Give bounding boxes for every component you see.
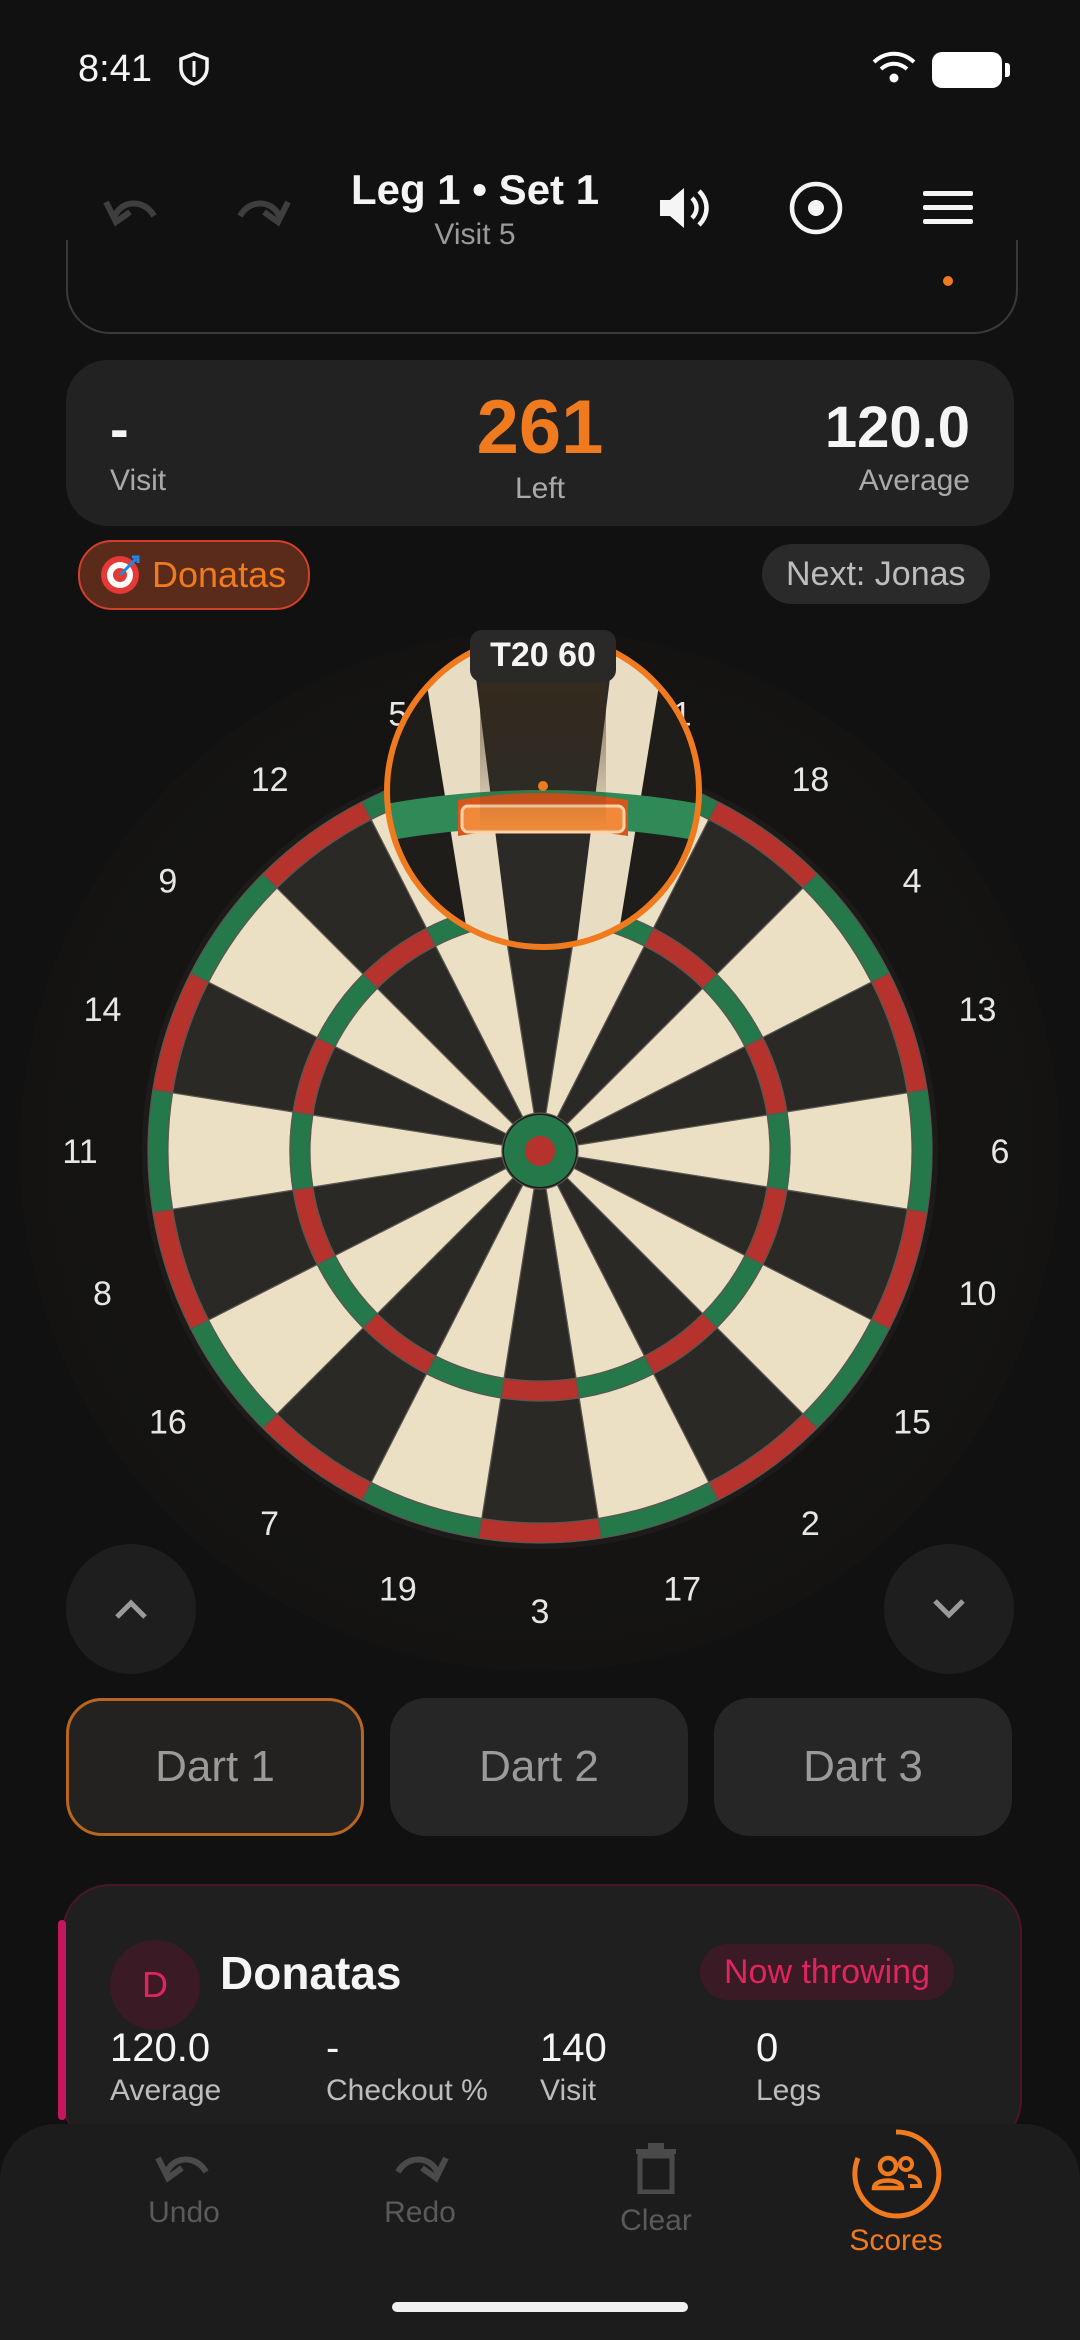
- nav-clear[interactable]: Clear: [556, 2142, 756, 2238]
- board-number: 13: [959, 991, 997, 1029]
- nav-undo-label: Undo: [148, 2196, 220, 2229]
- nav-scores[interactable]: Scores: [796, 2128, 996, 2258]
- nav-scores-label: Scores: [849, 2224, 943, 2257]
- undo-icon: [155, 2156, 209, 2183]
- board-number: 6: [991, 1133, 1010, 1171]
- player-accent-bar: [58, 1920, 66, 2120]
- nav-undo[interactable]: Undo: [84, 2142, 284, 2230]
- nav-redo-label: Redo: [384, 2196, 456, 2229]
- board-segment[interactable]: [481, 1397, 599, 1524]
- stat-visit-value: 140: [540, 2026, 607, 2070]
- board-number: 4: [903, 863, 922, 901]
- status-badge: Now throwing: [700, 1944, 954, 2000]
- current-player-chip[interactable]: Donatas: [78, 540, 311, 610]
- board-number: 14: [84, 991, 122, 1029]
- nav-clear-label: Clear: [620, 2204, 692, 2237]
- chevron-down-icon: [933, 1599, 965, 1619]
- bullseye[interactable]: [525, 1136, 555, 1166]
- board-number: 2: [801, 1505, 820, 1543]
- board-segment[interactable]: [167, 1092, 294, 1210]
- home-indicator: [392, 2302, 688, 2312]
- status-time: 8:41: [78, 48, 152, 90]
- dart-1-button[interactable]: Dart 1: [66, 1698, 364, 1836]
- next-player-chip: Next: Jonas: [762, 544, 990, 604]
- nav-redo[interactable]: Redo: [320, 2142, 520, 2230]
- left-label: Left: [514, 472, 566, 505]
- magnifier-label: T20 60: [490, 636, 596, 674]
- collapsed-card: [66, 240, 1018, 334]
- board-number: 18: [791, 761, 829, 799]
- target-icon: [101, 555, 140, 594]
- indicator-dot: [943, 276, 953, 286]
- stat-average-value: 120.0: [110, 2026, 211, 2070]
- menu-button[interactable]: [918, 178, 978, 238]
- stat-average-label: Average: [110, 2074, 222, 2107]
- players-icon: [852, 2129, 942, 2219]
- board-number: 16: [149, 1403, 187, 1441]
- dart-2-button[interactable]: Dart 2: [390, 1698, 688, 1836]
- board-number: 10: [959, 1275, 997, 1313]
- stat-checkout-value: -: [326, 2026, 340, 2070]
- average-value: 120.0: [824, 395, 970, 460]
- board-number: 8: [93, 1275, 112, 1313]
- scroll-up-button[interactable]: [66, 1544, 196, 1674]
- visit-label: Visit: [110, 464, 167, 497]
- stat-visit-label: Visit: [540, 2074, 597, 2107]
- stat-legs-label: Legs: [756, 2074, 822, 2107]
- scroll-down-button[interactable]: [884, 1544, 1014, 1674]
- board-number: 3: [531, 1593, 550, 1631]
- stat-legs-value: 0: [756, 2026, 779, 2070]
- board-number: 7: [260, 1505, 279, 1543]
- left-value: 261: [476, 385, 604, 470]
- board-number: 11: [62, 1133, 97, 1171]
- dart-3-button[interactable]: Dart 3: [714, 1698, 1012, 1836]
- player-name: Donatas: [220, 1947, 402, 1999]
- battery-icon: [932, 52, 1010, 88]
- sound-button[interactable]: [654, 178, 714, 238]
- board-number: 9: [158, 863, 177, 901]
- board-number: 15: [893, 1403, 931, 1441]
- board-number: 17: [663, 1570, 701, 1608]
- dartboard[interactable]: 2011841361015217319716811149125 T20 60: [0, 610, 1080, 1710]
- shield-icon: [178, 52, 210, 91]
- chevron-up-icon: [115, 1599, 147, 1619]
- board-number: 19: [379, 1570, 417, 1608]
- board-segment[interactable]: [786, 1092, 913, 1210]
- redo-icon: [395, 2156, 449, 2183]
- visit-value: -: [110, 397, 129, 460]
- board-number: 12: [251, 761, 289, 799]
- player-card: [62, 1884, 1022, 2148]
- undo-top-button[interactable]: [102, 178, 162, 238]
- avatar: D: [110, 1940, 200, 2030]
- redo-top-button[interactable]: [232, 178, 292, 238]
- stat-checkout-label: Checkout %: [326, 2074, 488, 2107]
- page-title: Leg 1 • Set 1: [350, 166, 600, 213]
- record-button[interactable]: [786, 178, 846, 238]
- wifi-icon: [872, 50, 916, 91]
- current-player-name: Donatas: [152, 554, 287, 595]
- trash-icon: [636, 2143, 676, 2194]
- average-label: Average: [858, 464, 970, 497]
